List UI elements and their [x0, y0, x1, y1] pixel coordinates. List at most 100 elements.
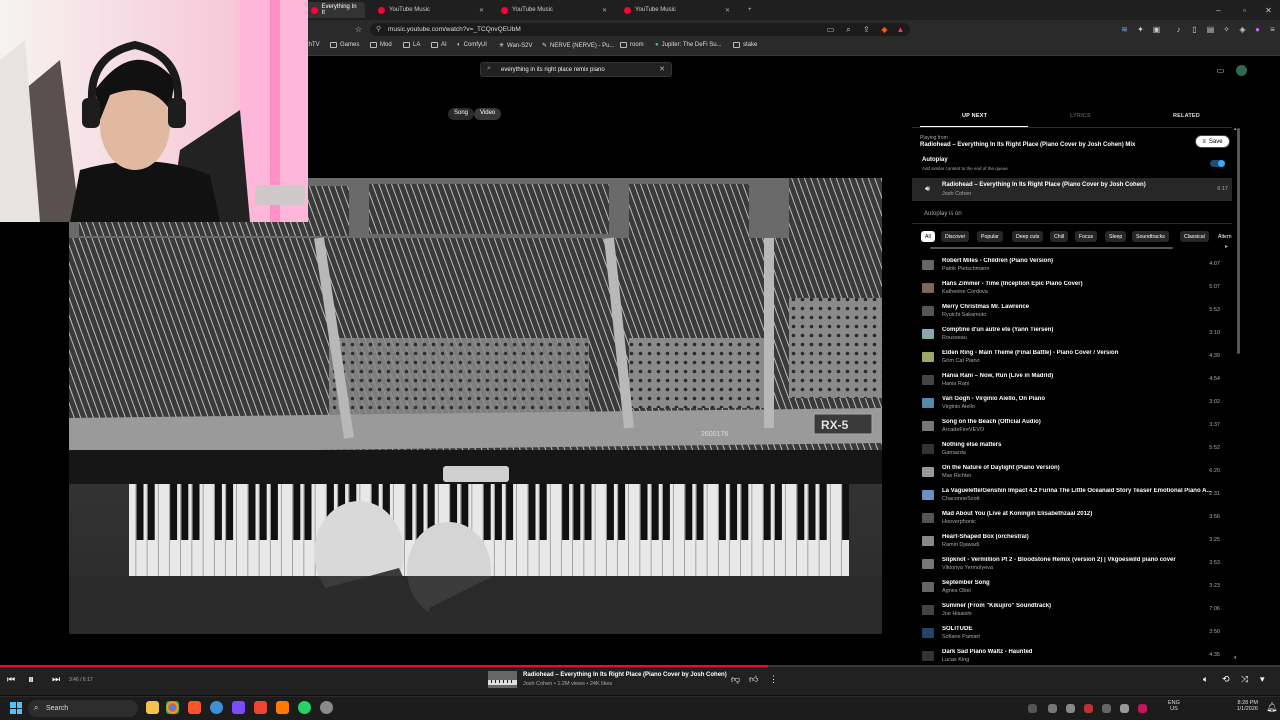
cast-icon[interactable]: ▭: [826, 25, 835, 34]
clock[interactable]: 8:28 PM 1/1/2026: [1218, 700, 1258, 712]
tab-youtube-music-1[interactable]: YouTube Music ✕: [372, 2, 490, 18]
bookmark-folder[interactable]: Games: [330, 42, 359, 48]
app-icon[interactable]: [276, 701, 289, 714]
extension-wave-icon[interactable]: ≋: [1120, 25, 1129, 34]
bookmark-item[interactable]: ◐ ComfyUI: [457, 42, 487, 48]
chrome-icon[interactable]: [166, 701, 179, 714]
minimize-icon[interactable]: –: [1214, 6, 1223, 15]
tab-related[interactable]: RELATED: [1173, 113, 1200, 119]
like-icon[interactable]: 👍︎: [749, 674, 758, 685]
queue-item[interactable]: SOLITUDE Sofiane Pamart 3:50: [912, 621, 1232, 644]
video-toggle-button[interactable]: Video: [474, 108, 502, 120]
bookmark-folder[interactable]: stake: [733, 42, 757, 48]
bookmark-item[interactable]: ✎ NERVE (NERVE) - Pu...: [542, 42, 615, 50]
tray-icon[interactable]: [1102, 704, 1111, 713]
queue-item[interactable]: Slipknot - Vermillion Pt 2 - Bloodstone …: [912, 552, 1232, 575]
tray-icon[interactable]: [1066, 704, 1075, 713]
tab-everything[interactable]: Everything In It: [305, 2, 365, 18]
share-icon[interactable]: ⇪: [862, 25, 871, 34]
tray-icon[interactable]: [1120, 704, 1129, 713]
queue-item[interactable]: On the Nature of Daylight (Piano Version…: [912, 460, 1232, 483]
progress-bar[interactable]: [0, 665, 768, 667]
filter-chip[interactable]: Discover: [941, 231, 970, 242]
site-info-icon[interactable]: ⚲: [376, 25, 381, 33]
tray-icon[interactable]: [1048, 704, 1057, 713]
repeat-icon[interactable]: ⟲: [1222, 674, 1230, 685]
profile-icon[interactable]: ●: [1253, 25, 1262, 34]
music-note-icon[interactable]: ♪: [1174, 25, 1183, 34]
file-explorer-icon[interactable]: [146, 701, 159, 714]
next-icon[interactable]: ⏭︎: [52, 674, 60, 685]
queue-item[interactable]: Nothing else matters Gamazda 5:52: [912, 437, 1232, 460]
tab-lyrics[interactable]: LYRICS: [1070, 113, 1091, 119]
queue-item[interactable]: Dark Sad Piano Waltz - Haunted Lucas King…: [912, 644, 1232, 667]
pause-icon[interactable]: ⏸︎: [28, 672, 34, 687]
now-playing-row[interactable]: 🔊︎ Radiohead – Everything In Its Right P…: [912, 178, 1232, 201]
extension-puzzle-icon[interactable]: ✦: [1136, 25, 1145, 34]
notification-icon[interactable]: 🔔︎: [1266, 702, 1277, 713]
tray-icon[interactable]: [1138, 704, 1147, 713]
filter-chip[interactable]: Deep cuts: [1012, 231, 1044, 242]
close-icon[interactable]: ✕: [725, 7, 730, 14]
queue-item[interactable]: Robert Miles - Children (Piano Version) P…: [912, 253, 1232, 276]
queue-item[interactable]: September Song Agnes Obel 3:23: [912, 575, 1232, 598]
tray-chevron-icon[interactable]: [1028, 704, 1037, 713]
search-input[interactable]: ⌕ everything in its right place remix pi…: [480, 62, 672, 77]
bookmarks-icon[interactable]: ▤: [1206, 25, 1215, 34]
expand-player-icon[interactable]: ▾: [1260, 674, 1265, 685]
filter-chip[interactable]: Sleep: [1105, 231, 1127, 242]
volume-icon[interactable]: 🔈︎: [1203, 674, 1208, 685]
settings-icon[interactable]: [320, 701, 333, 714]
bookmark-folder[interactable]: AI: [431, 42, 447, 48]
whatsapp-icon[interactable]: [298, 701, 311, 714]
video-player[interactable]: RX-5 2600176: [69, 178, 882, 634]
scroll-up-icon[interactable]: ▴: [1234, 126, 1237, 132]
track-meta[interactable]: Josh Cohen • 1.2M views • 24K likes: [523, 681, 612, 687]
maximize-icon[interactable]: ▫: [1240, 6, 1249, 15]
close-icon[interactable]: ✕: [479, 7, 484, 14]
queue-item[interactable]: Mad About You (Live at Koningin Elisabet…: [912, 506, 1232, 529]
filter-chip[interactable]: Popular: [977, 231, 1003, 242]
more-options-icon[interactable]: ⋮: [769, 674, 778, 685]
taskbar-search[interactable]: ⌕ Search: [28, 700, 138, 717]
bookmark-folder[interactable]: LA: [403, 42, 420, 48]
queue-item[interactable]: Comptine d'un autre ete (Yann Tiersen) Ro…: [912, 322, 1232, 345]
filter-chip[interactable]: Classical: [1180, 231, 1209, 242]
tab-youtube-music-2[interactable]: YouTube Music ✕: [495, 2, 613, 18]
zoom-icon[interactable]: ⌕: [844, 25, 853, 34]
filter-chip[interactable]: Soundtracks: [1132, 231, 1169, 242]
new-tab-button[interactable]: +: [742, 2, 756, 18]
clear-icon[interactable]: ✕: [659, 65, 665, 73]
brave-icon[interactable]: [188, 701, 201, 714]
close-icon[interactable]: ✕: [602, 7, 607, 14]
windows-start-icon[interactable]: [10, 702, 22, 714]
close-window-icon[interactable]: ✕: [1264, 6, 1273, 15]
scroll-down-icon[interactable]: ▾: [1234, 655, 1237, 661]
track-thumbnail[interactable]: [488, 671, 517, 688]
queue-item[interactable]: Merry Christmas Mr. Lawrence Ryuichi Saka…: [912, 299, 1232, 322]
queue-item[interactable]: Van Gogh - Virginio Aiello, On Piano Virg…: [912, 391, 1232, 414]
vpn-icon[interactable]: ◈: [1238, 25, 1247, 34]
youtube-music-taskbar-icon[interactable]: [254, 701, 267, 714]
queue-item[interactable]: Elden Ring - Main Theme (Final Battle) -…: [912, 345, 1232, 368]
app-icon[interactable]: [210, 701, 223, 714]
previous-icon[interactable]: ⏮︎: [7, 674, 15, 685]
song-toggle-button[interactable]: Song: [448, 108, 475, 120]
save-button[interactable]: ≡ Save: [1195, 135, 1230, 148]
queue-item[interactable]: La Vaguelette/Genshin Impact 4.2 Furina …: [912, 483, 1232, 506]
extension-box-icon[interactable]: ▣: [1152, 25, 1161, 34]
queue-item[interactable]: Hania Rani – Now, Run (Live in Madrid) Ha…: [912, 368, 1232, 391]
shuffle-icon[interactable]: ⤨: [1241, 674, 1248, 685]
avatar[interactable]: [1236, 65, 1247, 76]
tab-youtube-music-3[interactable]: YouTube Music ✕: [618, 2, 736, 18]
bookmark-item[interactable]: ● Jupiter: The DeFi Su...: [655, 42, 722, 48]
filter-chip[interactable]: Altern: [1214, 231, 1232, 242]
bookmark-item[interactable]: ✳ Wan-S2V: [499, 42, 532, 50]
track-title[interactable]: Radiohead – Everything In Its Right Plac…: [523, 672, 727, 678]
tab-up-next[interactable]: UP NEXT: [962, 113, 987, 119]
chevron-right-icon[interactable]: ▸: [1225, 243, 1228, 250]
extensions-icon[interactable]: ✧: [1222, 25, 1231, 34]
queue-item[interactable]: Heart-Shaped Box (orchestral) Ramin Djawa…: [912, 529, 1232, 552]
panel-scrollbar[interactable]: [1237, 128, 1240, 354]
brave-shield-icon[interactable]: ◆: [880, 25, 889, 34]
